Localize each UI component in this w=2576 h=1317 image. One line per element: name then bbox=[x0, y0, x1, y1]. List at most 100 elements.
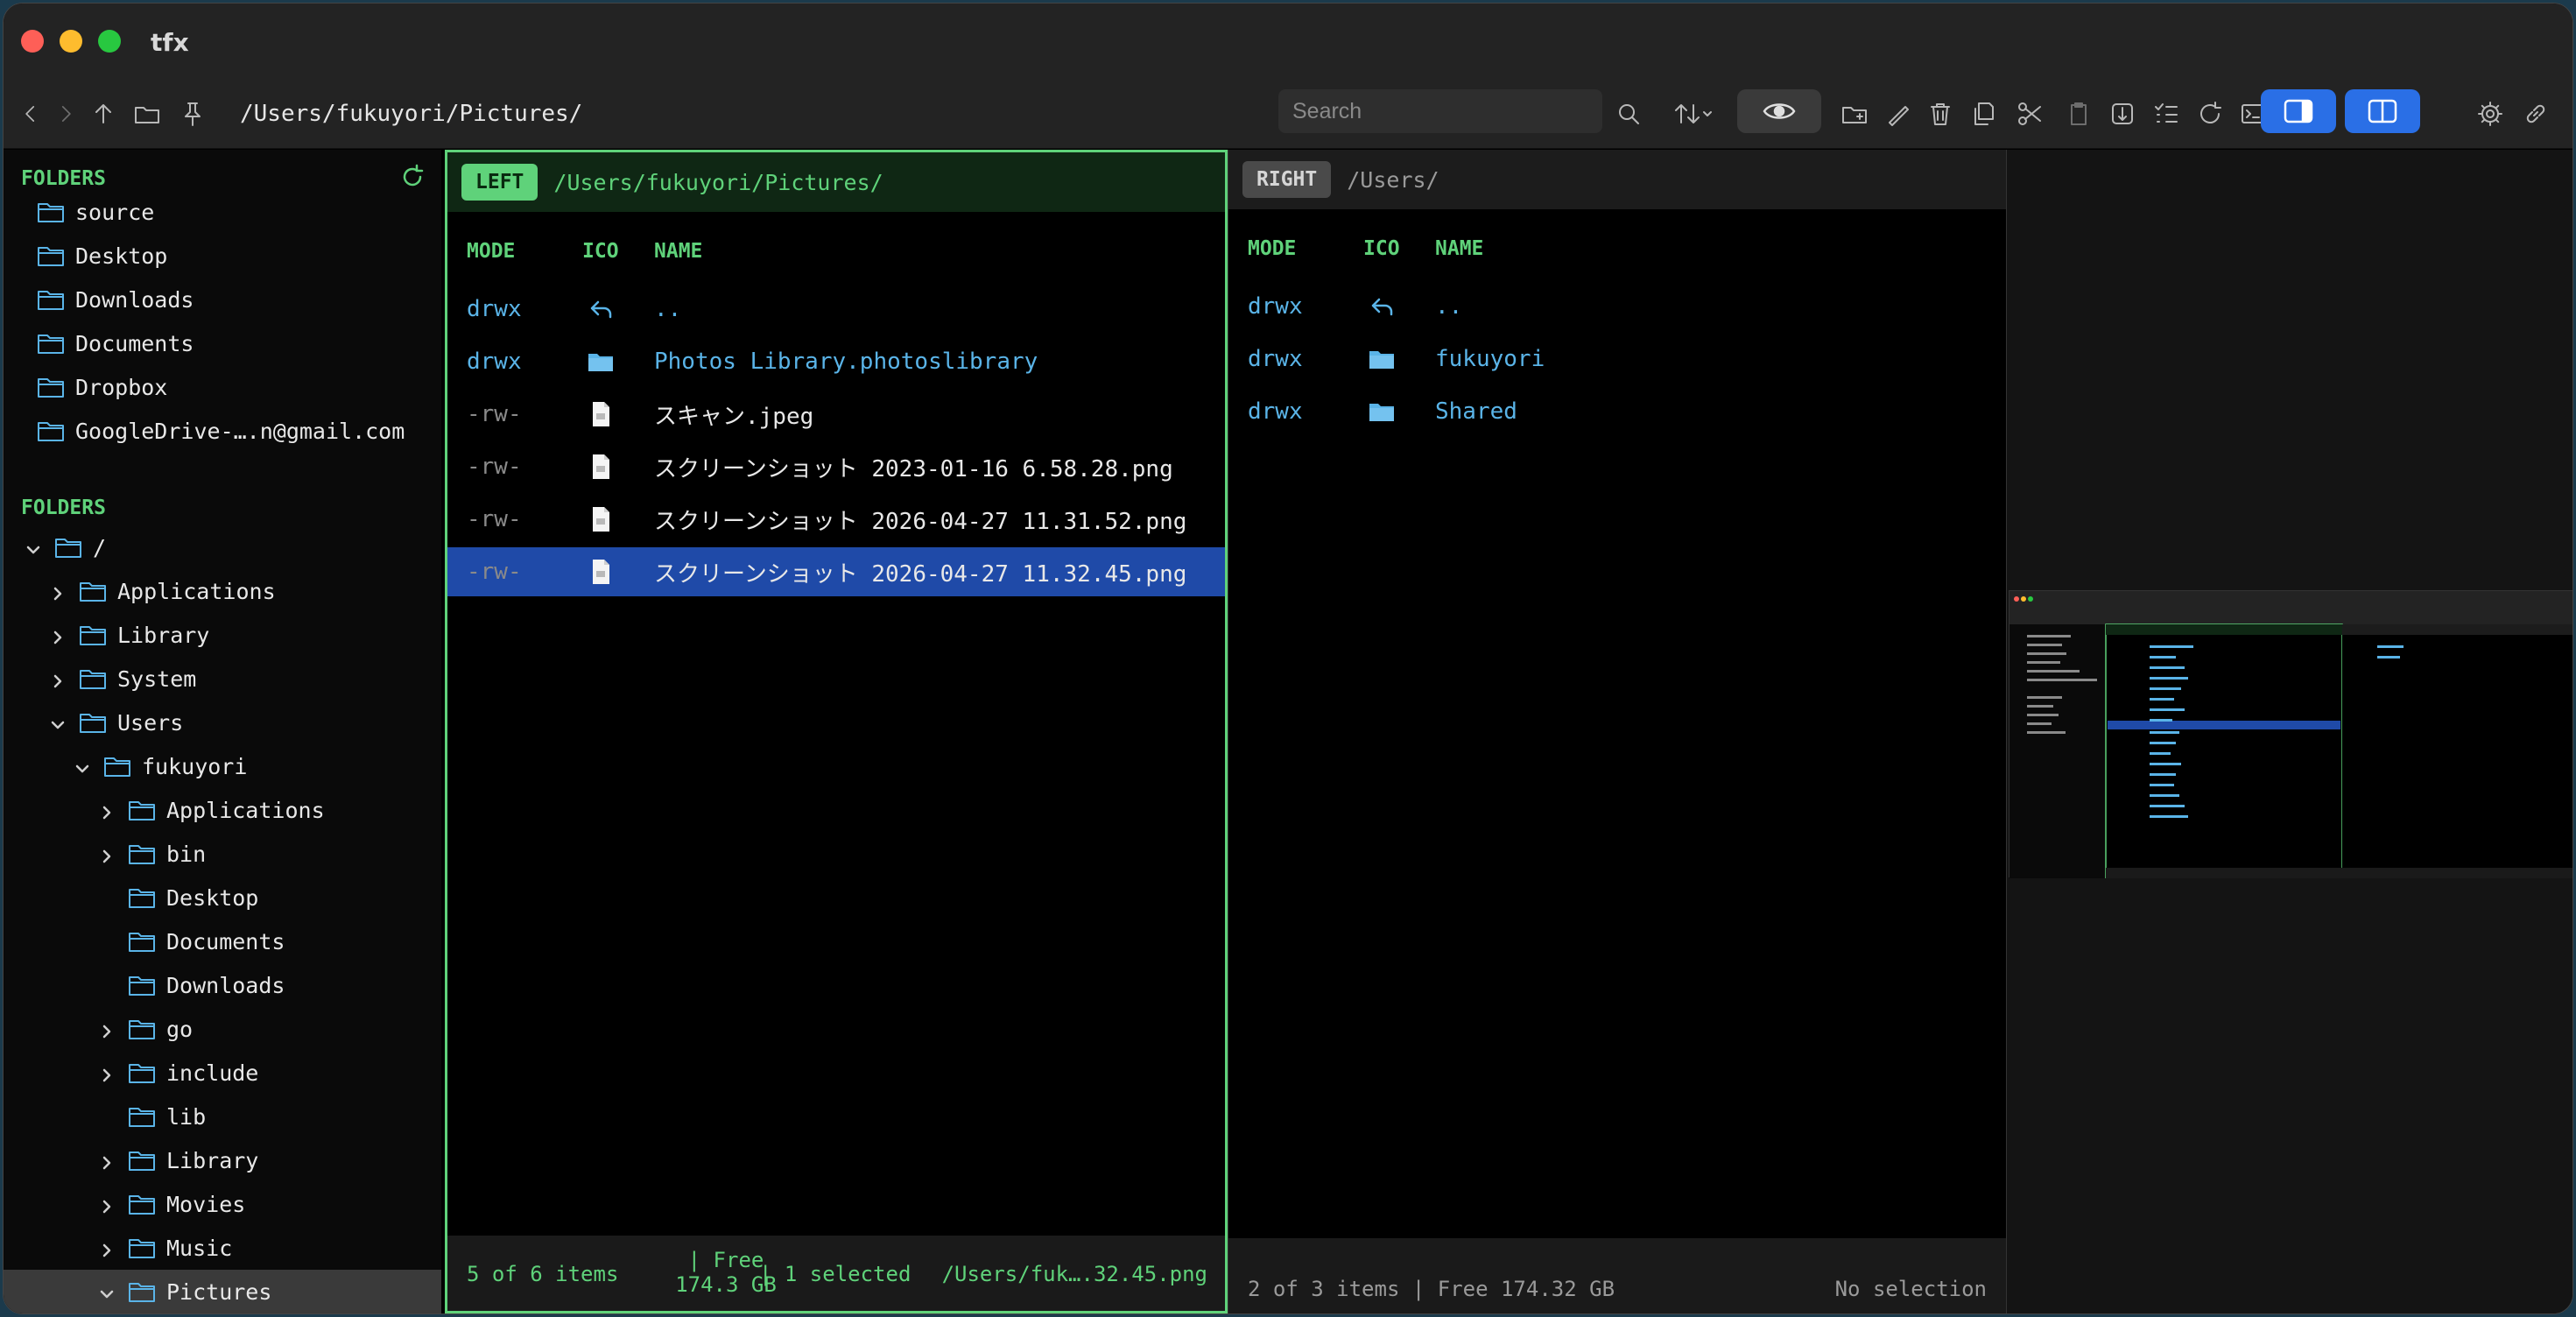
close-window-button[interactable] bbox=[21, 30, 44, 53]
folder-icon bbox=[1367, 397, 1397, 426]
search-input[interactable] bbox=[1278, 89, 1602, 133]
right-pane-badge[interactable]: RIGHT bbox=[1242, 161, 1332, 198]
left-pane-header: LEFT /Users/fukuyori/Pictures/ bbox=[447, 152, 1225, 212]
folder-icon[interactable] bbox=[133, 95, 161, 133]
tree-item[interactable]: Library bbox=[4, 1138, 441, 1182]
chevron-right-icon[interactable] bbox=[49, 626, 67, 644]
column-mode[interactable]: MODE bbox=[1248, 237, 1296, 260]
tree-item[interactable]: Documents bbox=[4, 919, 441, 963]
link-icon[interactable] bbox=[2522, 95, 2550, 133]
rename-icon[interactable] bbox=[1884, 95, 1912, 133]
pin-icon[interactable] bbox=[179, 95, 207, 133]
search-icon[interactable] bbox=[1615, 95, 1643, 133]
tree-item[interactable]: go bbox=[4, 1007, 441, 1051]
chevron-right-icon[interactable] bbox=[98, 1239, 116, 1257]
file-row[interactable]: drwx.. bbox=[1228, 282, 2006, 331]
compress-icon[interactable] bbox=[2108, 95, 2136, 133]
chevron-right-icon[interactable] bbox=[98, 1020, 116, 1039]
tree-item[interactable]: Music bbox=[4, 1226, 441, 1270]
minimize-window-button[interactable] bbox=[60, 30, 82, 53]
chevron-right-icon[interactable] bbox=[98, 801, 116, 820]
column-ico[interactable]: ICO bbox=[1363, 237, 1400, 260]
parent-folder-icon[interactable] bbox=[89, 95, 117, 133]
folder-icon bbox=[103, 755, 131, 778]
tree-item[interactable]: Applications bbox=[4, 569, 441, 613]
chevron-down-icon[interactable] bbox=[98, 1283, 116, 1300]
select-list-icon[interactable] bbox=[2152, 95, 2180, 133]
left-pane-badge[interactable]: LEFT bbox=[461, 164, 538, 201]
chevron-down-icon[interactable] bbox=[25, 539, 42, 556]
column-ico[interactable]: ICO bbox=[582, 240, 619, 263]
tree-item[interactable]: Movies bbox=[4, 1182, 441, 1226]
file-icon bbox=[586, 557, 616, 587]
tree-item[interactable]: Applications bbox=[4, 788, 441, 832]
toggle-dual-pane-button[interactable] bbox=[2345, 89, 2420, 133]
chevron-right-icon[interactable] bbox=[49, 670, 67, 688]
tree-item[interactable]: bin bbox=[4, 832, 441, 876]
preview-thumbnail bbox=[2009, 590, 2572, 879]
chevron-right-icon[interactable] bbox=[49, 582, 67, 601]
tree-item[interactable]: Downloads bbox=[4, 963, 441, 1007]
right-pane[interactable]: RIGHT /Users/ MODE ICO NAME 2 of 3 items… bbox=[1228, 150, 2007, 1313]
sidebar-favorite-item[interactable]: Desktop bbox=[4, 234, 441, 278]
column-name[interactable]: NAME bbox=[1435, 237, 1483, 260]
column-name[interactable]: NAME bbox=[654, 240, 702, 263]
folder-icon bbox=[37, 244, 65, 267]
back-icon[interactable] bbox=[19, 95, 42, 133]
tree-item-label: Movies bbox=[166, 1191, 246, 1217]
trash-icon[interactable] bbox=[1926, 95, 1954, 133]
folder-icon bbox=[128, 930, 156, 953]
gear-icon[interactable] bbox=[2476, 95, 2504, 133]
folder-icon bbox=[128, 1280, 156, 1303]
tree-item[interactable]: Pictures bbox=[4, 1270, 441, 1313]
file-row[interactable]: drwx Photos Library.photoslibrary bbox=[447, 337, 1225, 386]
chevron-right-icon[interactable] bbox=[98, 1064, 116, 1082]
tree-item[interactable]: include bbox=[4, 1051, 441, 1095]
refresh-favorites-button[interactable] bbox=[399, 164, 426, 190]
sort-icon[interactable] bbox=[1667, 95, 1720, 133]
file-mode: drwx bbox=[1248, 346, 1303, 372]
tree-item[interactable]: fukuyori bbox=[4, 744, 441, 788]
column-mode[interactable]: MODE bbox=[467, 240, 515, 263]
preview-toggle-button[interactable] bbox=[1737, 89, 1821, 133]
chevron-right-icon[interactable] bbox=[98, 1195, 116, 1214]
forward-icon[interactable] bbox=[54, 95, 77, 133]
paste-icon[interactable] bbox=[2065, 95, 2093, 133]
tree-item-label: Music bbox=[166, 1235, 233, 1261]
tree-item[interactable]: / bbox=[4, 525, 441, 569]
folder-icon bbox=[128, 1149, 156, 1172]
tree-item-label: Library bbox=[166, 1147, 259, 1173]
tree-item[interactable]: lib bbox=[4, 1095, 441, 1138]
cut-icon[interactable] bbox=[2016, 95, 2044, 133]
chevron-right-icon[interactable] bbox=[98, 1151, 116, 1170]
file-row[interactable]: -rw- スクリーンショット 2026-04-27 11.31.52.png bbox=[447, 495, 1225, 544]
new-folder-icon[interactable] bbox=[1841, 95, 1869, 133]
chevron-down-icon[interactable] bbox=[74, 757, 91, 775]
file-row[interactable]: drwx fukuyori bbox=[1228, 335, 2006, 384]
file-row[interactable]: -rw- スキャン.jpeg bbox=[447, 390, 1225, 439]
tree-item-label: Applications bbox=[166, 797, 325, 823]
sidebar-favorite-item[interactable]: Downloads bbox=[4, 278, 441, 321]
toggle-preview-pane-button[interactable] bbox=[2261, 89, 2336, 133]
file-row[interactable]: drwx Shared bbox=[1228, 387, 2006, 436]
file-icon bbox=[586, 504, 616, 534]
copy-icon[interactable] bbox=[1970, 95, 1998, 133]
left-pane[interactable]: LEFT /Users/fukuyori/Pictures/ MODE ICO … bbox=[445, 150, 1228, 1313]
tree-item[interactable]: Desktop bbox=[4, 876, 441, 919]
sidebar-favorite-item[interactable]: source bbox=[4, 190, 441, 234]
file-row[interactable]: drwx.. bbox=[447, 285, 1225, 334]
refresh-icon[interactable] bbox=[2196, 95, 2224, 133]
chevron-down-icon[interactable] bbox=[49, 714, 67, 731]
file-row[interactable]: -rw- スクリーンショット 2026-04-27 11.32.45.png bbox=[447, 547, 1225, 596]
sidebar-favorite-item[interactable]: Documents bbox=[4, 321, 441, 365]
tree-item[interactable]: System bbox=[4, 657, 441, 701]
sidebar-favorite-item[interactable]: Dropbox bbox=[4, 365, 441, 409]
file-row[interactable]: -rw- スクリーンショット 2023-01-16 6.58.28.png bbox=[447, 442, 1225, 491]
zoom-window-button[interactable] bbox=[98, 30, 121, 53]
chevron-right-icon[interactable] bbox=[98, 845, 116, 863]
tree-item[interactable]: Users bbox=[4, 701, 441, 744]
tree-item[interactable]: Library bbox=[4, 613, 441, 657]
path-field[interactable]: /Users/fukuyori/Pictures/ bbox=[240, 95, 582, 133]
sidebar-favorite-item[interactable]: GoogleDrive-….n@gmail.com bbox=[4, 409, 441, 453]
